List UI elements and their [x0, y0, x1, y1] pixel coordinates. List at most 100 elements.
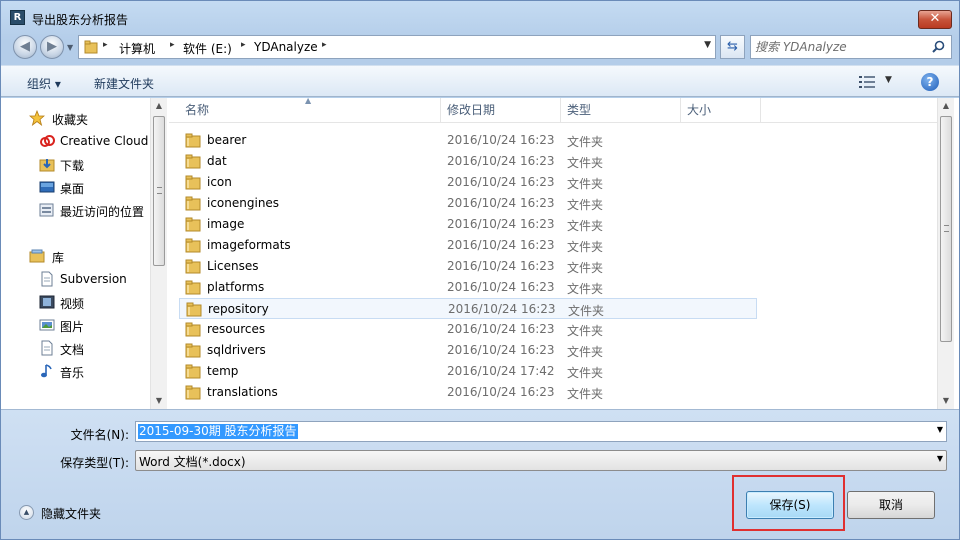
file-date: 2016/10/24 17:42 — [447, 364, 555, 378]
view-options-icon[interactable] — [859, 76, 875, 88]
view-dropdown-icon[interactable]: ▼ — [885, 75, 892, 85]
file-list-scrollbar[interactable]: ▲ ▼ — [937, 98, 954, 409]
scroll-up-icon[interactable]: ▲ — [151, 98, 167, 114]
file-date: 2016/10/24 16:23 — [447, 259, 555, 273]
sidebar-item-label: 最近访问的位置 — [60, 205, 145, 219]
sidebar-item-label: 桌面 — [60, 182, 85, 196]
sidebar-item-subversion[interactable]: Subversion — [9, 269, 151, 289]
file-row[interactable]: imageformats 2016/10/24 16:23 文件夹 — [179, 235, 757, 256]
navigation-scrollbar[interactable]: ▲ ▼ — [150, 98, 167, 409]
back-arrow-icon: ◀ — [20, 39, 30, 54]
breadcrumb-separator-icon[interactable]: ▸ — [170, 40, 175, 50]
filename-dropdown-icon[interactable]: ▼ — [937, 425, 943, 434]
folder-icon — [185, 175, 201, 190]
sidebar-item-label: 库 — [52, 251, 65, 265]
scroll-down-icon[interactable]: ▼ — [938, 393, 954, 409]
file-name: icon — [207, 175, 232, 189]
content-area: 收藏夹 Creative Cloud 下载 桌面 最近访问的位置 库 Subve… — [1, 98, 959, 409]
file-name: translations — [207, 385, 278, 399]
sidebar-item-label: 文档 — [60, 343, 85, 357]
sidebar-item-pictures[interactable]: 图片 — [9, 315, 151, 335]
close-button[interactable]: ✕ — [918, 10, 952, 29]
breadcrumb-folder[interactable]: YDAnalyze — [254, 40, 318, 54]
file-row[interactable]: resources 2016/10/24 16:23 文件夹 — [179, 319, 757, 340]
file-name: repository — [208, 302, 269, 316]
file-row[interactable]: Licenses 2016/10/24 16:23 文件夹 — [179, 256, 757, 277]
sidebar-item-label: 下载 — [60, 159, 85, 173]
filetype-select[interactable]: Word 文档(*.docx) ▼ — [135, 450, 947, 471]
back-button[interactable]: ◀ — [13, 35, 37, 59]
file-type: 文件夹 — [567, 387, 604, 401]
file-type: 文件夹 — [567, 177, 604, 191]
scrollbar-thumb[interactable] — [940, 116, 952, 342]
file-date: 2016/10/24 16:23 — [447, 322, 555, 336]
sidebar-item-libraries[interactable]: 库 — [9, 246, 151, 266]
column-header-size[interactable]: 大小 — [681, 98, 761, 123]
folder-icon — [185, 280, 201, 295]
filename-field[interactable]: 2015-09-30期 股东分析报告 ▼ — [135, 421, 947, 442]
breadcrumb-drive[interactable]: 软件 (E:) — [183, 40, 232, 57]
sidebar-item-music[interactable]: 音乐 — [9, 361, 151, 381]
scrollbar-thumb[interactable] — [153, 116, 165, 266]
refresh-button[interactable]: ⇆ — [720, 35, 745, 59]
sidebar-item-desktop[interactable]: 桌面 — [9, 177, 151, 197]
file-name: resources — [207, 322, 266, 336]
file-name: sqldrivers — [207, 343, 266, 357]
help-icon[interactable]: ? — [921, 73, 939, 91]
file-type: 文件夹 — [567, 324, 604, 338]
filetype-dropdown-icon[interactable]: ▼ — [937, 454, 943, 463]
breadcrumb-separator-icon[interactable]: ▸ — [322, 40, 327, 50]
breadcrumb-separator-icon[interactable]: ▸ — [241, 40, 246, 50]
breadcrumb-computer[interactable]: 计算机 — [119, 40, 155, 57]
folder-icon — [185, 364, 201, 379]
save-dialog: R 导出股东分析报告 ✕ ◀ ▶ ▼ ▸ 计算机 ▸ 软件 (E:) ▸ YDA… — [0, 0, 960, 540]
creative-cloud-icon — [40, 135, 55, 147]
search-icon[interactable] — [932, 40, 945, 53]
new-folder-button[interactable]: 新建文件夹 — [94, 75, 154, 92]
breadcrumb-separator-icon[interactable]: ▸ — [103, 40, 108, 50]
file-date: 2016/10/24 16:23 — [447, 133, 555, 147]
filename-value[interactable]: 2015-09-30期 股东分析报告 — [138, 424, 298, 439]
folder-icon — [185, 385, 201, 400]
title-bar[interactable]: R 导出股东分析报告 ✕ — [1, 1, 959, 33]
cancel-button[interactable]: 取消 — [847, 491, 935, 519]
file-name: image — [207, 217, 245, 231]
address-dropdown-icon[interactable]: ▼ — [704, 40, 711, 50]
file-row[interactable]: platforms 2016/10/24 16:23 文件夹 — [179, 277, 757, 298]
file-row[interactable]: bearer 2016/10/24 16:23 文件夹 — [179, 130, 757, 151]
sidebar-item-label: 收藏夹 — [52, 113, 89, 127]
organize-button[interactable]: 组织 ▾ — [27, 75, 61, 92]
file-row[interactable]: repository 2016/10/24 16:23 文件夹 — [179, 298, 757, 319]
file-row[interactable]: sqldrivers 2016/10/24 16:23 文件夹 — [179, 340, 757, 361]
file-type: 文件夹 — [567, 219, 604, 233]
sidebar-item-creative-cloud[interactable]: Creative Cloud — [9, 131, 151, 151]
scroll-down-icon[interactable]: ▼ — [151, 393, 167, 409]
column-header-date[interactable]: 修改日期 — [441, 98, 561, 123]
scroll-up-icon[interactable]: ▲ — [938, 98, 954, 114]
search-input[interactable] — [755, 38, 925, 56]
sidebar-item-favorites[interactable]: 收藏夹 — [9, 108, 151, 128]
sidebar-item-videos[interactable]: 视频 — [9, 292, 151, 312]
recent-places-icon — [39, 203, 54, 217]
sidebar-item-downloads[interactable]: 下载 — [9, 154, 151, 174]
file-row[interactable]: translations 2016/10/24 16:23 文件夹 — [179, 382, 757, 403]
file-row[interactable]: temp 2016/10/24 17:42 文件夹 — [179, 361, 757, 382]
file-date: 2016/10/24 16:23 — [447, 196, 555, 210]
picture-icon — [39, 319, 55, 331]
file-row[interactable]: image 2016/10/24 16:23 文件夹 — [179, 214, 757, 235]
window-title: 导出股东分析报告 — [32, 13, 129, 27]
forward-button[interactable]: ▶ — [40, 35, 64, 59]
file-type: 文件夹 — [567, 261, 604, 275]
file-row[interactable]: dat 2016/10/24 16:23 文件夹 — [179, 151, 757, 172]
file-name: dat — [207, 154, 227, 168]
address-bar[interactable]: ▸ 计算机 ▸ 软件 (E:) ▸ YDAnalyze ▸ ▼ — [78, 35, 716, 59]
column-name-label: 修改日期 — [447, 103, 496, 117]
save-button[interactable]: 保存(S) — [746, 491, 834, 519]
sidebar-item-documents[interactable]: 文档 — [9, 338, 151, 358]
sidebar-item-recent-places[interactable]: 最近访问的位置 — [9, 200, 151, 220]
column-header-type[interactable]: 类型 — [561, 98, 681, 123]
file-row[interactable]: iconengines 2016/10/24 16:23 文件夹 — [179, 193, 757, 214]
recent-locations-dropdown[interactable]: ▼ — [67, 43, 73, 52]
file-date: 2016/10/24 16:23 — [448, 302, 556, 316]
file-row[interactable]: icon 2016/10/24 16:23 文件夹 — [179, 172, 757, 193]
